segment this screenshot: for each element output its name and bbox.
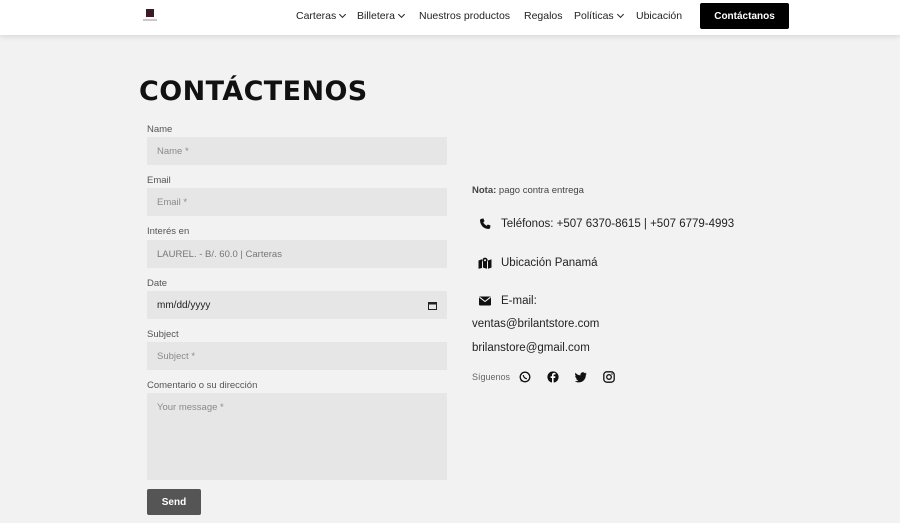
email-label: E-mail: (501, 295, 537, 307)
date-label: Date (147, 278, 168, 289)
logo-mark (146, 9, 154, 17)
nav-item-nuestros-productos[interactable]: Nuestros productos (419, 10, 510, 22)
email-row: E-mail: (472, 294, 537, 308)
envelope-icon (478, 294, 492, 308)
email-address-1[interactable]: ventas@brilantstore.com (472, 318, 599, 330)
chevron-down-icon (397, 10, 405, 19)
note-label: Nota: (472, 185, 497, 196)
payment-note: Nota: pago contra entrega (472, 185, 584, 196)
calendar-icon[interactable] (428, 301, 437, 310)
nav-item-billetera[interactable]: Billetera (357, 10, 405, 22)
email-address-2[interactable]: brilanstore@gmail.com (472, 342, 590, 354)
date-value: mm/dd/yyyy (157, 299, 211, 311)
subject-input[interactable] (147, 342, 447, 370)
follow-label: Síguenos (472, 372, 511, 382)
comment-label: Comentario o su dirección (147, 380, 258, 391)
nav-item-ubicacion[interactable]: Ubicación (636, 10, 682, 22)
nav-item-politicas[interactable]: Políticas (574, 10, 624, 22)
subject-label: Subject (147, 329, 179, 340)
whatsapp-icon[interactable] (518, 370, 532, 384)
nav-item-label: Billetera (357, 10, 395, 22)
interest-label: Interés en (147, 226, 190, 237)
chevron-down-icon (616, 10, 624, 19)
note-text: pago contra entrega (496, 185, 584, 196)
site-header: Carteras Billetera Nuestros productos Re… (0, 0, 900, 35)
name-input[interactable] (147, 137, 447, 165)
map-location-icon (478, 256, 492, 270)
interest-input[interactable] (147, 240, 447, 268)
nav-item-carteras[interactable]: Carteras (296, 10, 347, 22)
name-label: Name (147, 124, 173, 135)
nav-item-label: Carteras (296, 10, 337, 22)
message-textarea[interactable] (147, 393, 447, 480)
location-row: Ubicación Panamá (472, 256, 598, 270)
date-input[interactable]: mm/dd/yyyy (147, 291, 447, 319)
phone-row: Teléfonos: +507 6370-8615 | +507 6779-49… (472, 217, 734, 231)
nav-item-label: Nuestros productos (419, 10, 511, 22)
twitter-icon[interactable] (574, 370, 588, 384)
email-input[interactable] (147, 188, 447, 216)
logo-wordmark (143, 19, 157, 21)
send-button[interactable]: Send (147, 489, 201, 515)
facebook-icon[interactable] (546, 370, 560, 384)
location-text: Ubicación Panamá (501, 257, 598, 269)
social-row: Síguenos (472, 370, 630, 384)
phone-icon (478, 217, 492, 231)
nav-item-regalos[interactable]: Regalos (524, 10, 563, 22)
nav-item-label: Políticas (574, 10, 614, 22)
nav-item-label: Regalos (524, 10, 563, 22)
nav-item-label: Ubicación (636, 10, 683, 22)
contact-us-button[interactable]: Contáctanos (700, 3, 789, 29)
email-label: Email (147, 175, 171, 186)
chevron-down-icon (339, 10, 347, 19)
instagram-icon[interactable] (602, 370, 616, 384)
brand-logo[interactable] (142, 7, 158, 23)
page-title: CONTÁCTENOS (139, 76, 368, 107)
phone-numbers: Teléfonos: +507 6370-8615 | +507 6779-49… (501, 218, 735, 230)
